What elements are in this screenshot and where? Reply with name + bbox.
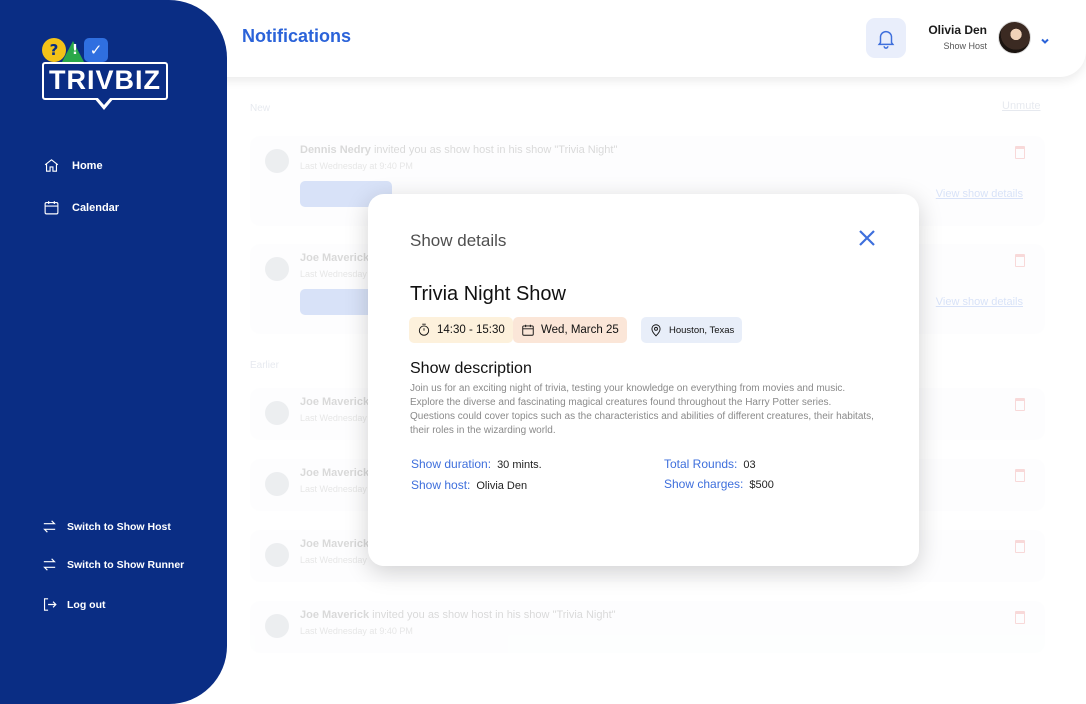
- stopwatch-icon: [418, 323, 430, 336]
- home-icon: [44, 159, 59, 172]
- notification-time: Last Wednesday: [300, 484, 367, 494]
- description-heading: Show description: [410, 360, 532, 377]
- show-host: Show host: Olivia Den: [411, 478, 527, 492]
- sender-avatar: [265, 401, 289, 425]
- notification-message: invited you as show host in his show "Tr…: [373, 144, 618, 156]
- duration-value: 30 mints.: [497, 459, 542, 471]
- switch-host-label: Switch to Show Host: [67, 520, 171, 533]
- sender-avatar: [265, 543, 289, 567]
- swap-icon: [43, 520, 56, 533]
- notification-message: invited you as show host in his show "Tr…: [372, 609, 616, 621]
- sender-name: Joe Maverick: [300, 396, 370, 408]
- host-label: Show host:: [411, 478, 471, 492]
- host-value: Olivia Den: [476, 480, 528, 492]
- time-chip: 14:30 - 15:30: [409, 317, 513, 343]
- location-chip: Houston, Texas: [641, 317, 743, 343]
- show-title: Trivia Night Show: [410, 283, 566, 305]
- unmute-link[interactable]: Unmute: [1002, 100, 1041, 112]
- sidebar-item-label: Calendar: [72, 201, 120, 214]
- notification-time: Last Wednesday: [300, 269, 367, 279]
- switch-to-show-runner-button[interactable]: Switch to Show Runner: [41, 556, 184, 573]
- show-duration: Show duration: 30 mints.: [411, 457, 542, 471]
- user-menu-toggle[interactable]: [1039, 32, 1051, 44]
- sidebar: ? ! ✓ TRIVBIZ Home Calendar Switch to Sh…: [0, 0, 227, 704]
- checkbox-icon: ✓: [84, 38, 108, 62]
- modal-title: Show details: [410, 231, 507, 250]
- brand-name: TRIVBIZ: [42, 62, 168, 100]
- notification-time: Last Wednesday at 9:40 PM: [300, 161, 413, 171]
- sidebar-item-home[interactable]: Home: [43, 157, 103, 174]
- charges-label: Show charges:: [664, 477, 744, 491]
- description-text: Join us for an exciting night of trivia,…: [410, 383, 874, 436]
- logout-label: Log out: [67, 598, 106, 611]
- trash-icon[interactable]: [1015, 469, 1025, 482]
- user-name: Olivia Den: [928, 23, 987, 37]
- section-earlier-label: Earlier: [250, 360, 279, 371]
- sender-name: Joe Maverick: [300, 467, 370, 479]
- view-show-details-link[interactable]: View show details: [936, 188, 1023, 200]
- sender-avatar: [265, 257, 289, 281]
- exclamation-mark: !: [72, 43, 78, 58]
- sender-avatar: [265, 614, 289, 638]
- sidebar-item-calendar[interactable]: Calendar: [43, 199, 119, 216]
- user-role: Show Host: [943, 41, 987, 51]
- show-location: Houston, Texas: [669, 324, 735, 336]
- trash-icon[interactable]: [1015, 254, 1025, 267]
- trash-icon[interactable]: [1015, 611, 1025, 624]
- close-button[interactable]: [858, 229, 876, 247]
- trivbiz-logo[interactable]: ? ! ✓ TRIVBIZ: [42, 38, 168, 116]
- logout-icon: [43, 598, 57, 611]
- notification-card[interactable]: Joe Maverick invited you as show host in…: [250, 601, 1045, 653]
- notifications-button[interactable]: [866, 18, 906, 58]
- notification-time: Last Wednesday: [300, 413, 367, 423]
- sender-avatar: [265, 472, 289, 496]
- sender-name: Joe Maverick: [300, 252, 370, 264]
- chevron-down-icon: [1041, 38, 1049, 44]
- calendar-icon: [44, 201, 59, 215]
- show-time: 14:30 - 15:30: [437, 324, 505, 336]
- show-details-modal: Show details Trivia Night Show 14:30 - 1…: [368, 194, 919, 566]
- avatar[interactable]: [998, 21, 1031, 54]
- notification-time: Last Wednesday: [300, 555, 367, 565]
- sender-name: Joe Maverick: [300, 609, 370, 621]
- location-pin-icon: [651, 324, 661, 337]
- sender-name: Joe Maverick: [300, 538, 370, 550]
- trash-icon[interactable]: [1015, 146, 1025, 159]
- sidebar-item-label: Home: [72, 159, 103, 172]
- switch-to-show-host-button[interactable]: Switch to Show Host: [41, 518, 171, 535]
- view-show-details-link[interactable]: View show details: [936, 296, 1023, 308]
- close-icon: [859, 230, 875, 246]
- sender-avatar: [265, 149, 289, 173]
- logout-button[interactable]: Log out: [41, 596, 105, 613]
- speech-bubble-tail-inner: [97, 97, 111, 105]
- date-chip: Wed, March 25: [513, 317, 627, 343]
- swap-icon: [43, 558, 56, 571]
- switch-runner-label: Switch to Show Runner: [67, 558, 185, 571]
- trash-icon[interactable]: [1015, 540, 1025, 553]
- page-title: Notifications: [242, 26, 352, 46]
- notification-time: Last Wednesday at 9:40 PM: [300, 626, 413, 636]
- calendar-icon: [522, 324, 534, 336]
- show-charges: Show charges: $500: [664, 477, 774, 491]
- charges-value: $500: [749, 479, 774, 491]
- section-new-label: New: [250, 103, 271, 114]
- rounds-value: 03: [743, 459, 756, 471]
- duration-label: Show duration:: [411, 457, 492, 471]
- sender-name: Dennis Nedry: [300, 144, 371, 156]
- show-date: Wed, March 25: [541, 324, 619, 336]
- total-rounds: Total Rounds: 03: [664, 457, 756, 471]
- rounds-label: Total Rounds:: [664, 457, 738, 471]
- bell-icon: [877, 30, 895, 49]
- trash-icon[interactable]: [1015, 398, 1025, 411]
